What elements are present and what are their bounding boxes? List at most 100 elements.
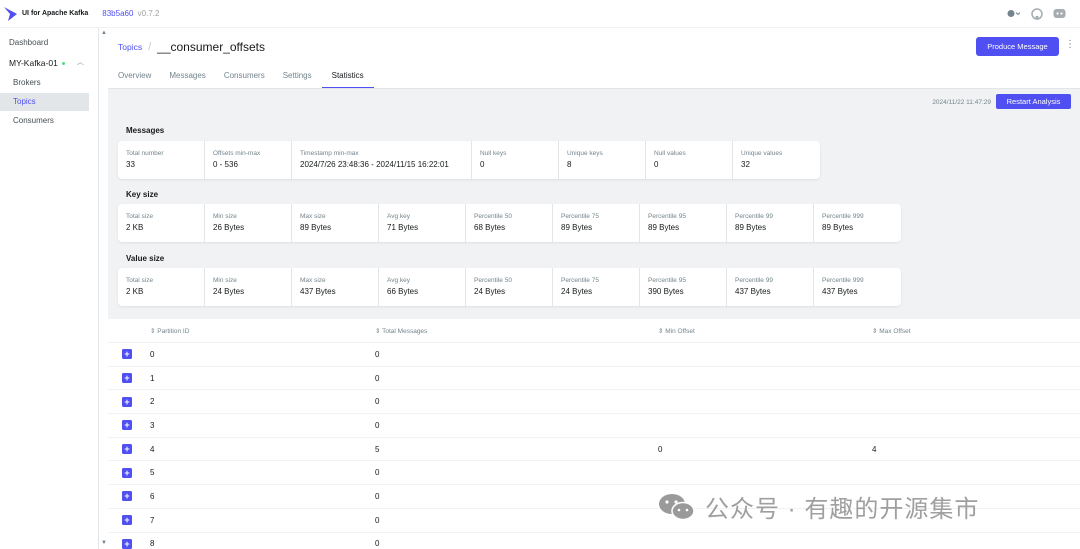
tab-consumers[interactable]: Consumers — [224, 68, 265, 88]
restart-analysis-button[interactable]: Restart Analysis — [996, 94, 1071, 109]
sidebar-item-brokers[interactable]: Brokers — [0, 74, 89, 92]
expand-row-icon[interactable]: + — [122, 444, 132, 455]
stat-card: Null keys 0 — [472, 141, 559, 179]
sidebar-cluster-toggle[interactable]: MY-Kafka-01 ︿ — [0, 53, 98, 73]
user-menu-icon[interactable] — [1007, 7, 1020, 20]
stat-card: Min size 24 Bytes — [205, 268, 292, 306]
partition-id-cell: 7 — [150, 515, 155, 525]
expand-row-icon[interactable]: + — [122, 349, 132, 360]
tab-overview[interactable]: Overview — [118, 68, 151, 88]
breadcrumb-topics-link[interactable]: Topics — [118, 42, 142, 52]
tab-settings[interactable]: Settings — [283, 68, 312, 88]
column-total-messages[interactable]: ⇕ Total Messages — [375, 327, 658, 335]
stat-card: Unique values 32 — [733, 141, 820, 179]
expand-row-icon[interactable]: + — [122, 491, 132, 502]
stat-card: Min size 26 Bytes — [205, 204, 292, 242]
commit-hash[interactable]: 83b5a60 — [102, 9, 133, 18]
stat-card: Unique keys 8 — [559, 141, 646, 179]
produce-message-button[interactable]: Produce Message — [976, 37, 1059, 56]
total-messages-cell: 0 — [375, 397, 380, 407]
stat-label: Max size — [300, 213, 326, 220]
column-min-offset[interactable]: ⇕ Min Offset — [658, 327, 872, 335]
expand-row-icon[interactable]: + — [122, 467, 132, 478]
stat-value: 89 Bytes — [735, 223, 767, 232]
stat-label: Null values — [654, 150, 686, 157]
analysis-timestamp: 2024/11/22 11:47:29 — [932, 99, 991, 106]
stat-card: Percentile 95 89 Bytes — [640, 204, 727, 242]
stat-value: 24 Bytes — [561, 287, 593, 296]
tab-messages[interactable]: Messages — [169, 68, 205, 88]
github-icon[interactable] — [1030, 7, 1043, 20]
stat-label: Percentile 75 — [561, 213, 599, 220]
discord-icon[interactable] — [1053, 7, 1066, 20]
expand-row-icon[interactable]: + — [122, 396, 132, 407]
partition-id-cell: 5 — [150, 468, 155, 478]
table-row: +4 5 0 4 — [108, 438, 1080, 462]
partition-id-cell: 1 — [150, 373, 155, 383]
sidebar-item-dashboard[interactable]: Dashboard — [0, 34, 89, 52]
top-bar: UI for Apache Kafka 83b5a60 v0.7.2 — [0, 0, 1080, 28]
stat-label: Percentile 95 — [648, 213, 686, 220]
stat-card: Percentile 99 89 Bytes — [727, 204, 814, 242]
stat-label: Percentile 50 — [474, 277, 512, 284]
cluster-name: MY-Kafka-01 — [9, 58, 58, 68]
more-options-icon[interactable]: ⋮ — [1065, 39, 1075, 50]
table-row: +2 0 — [108, 390, 1080, 415]
expand-row-icon[interactable]: + — [122, 373, 132, 384]
breadcrumb-separator: / — [148, 41, 152, 53]
sidebar-item-topics[interactable]: Topics — [0, 93, 89, 111]
stat-label: Total size — [126, 277, 154, 284]
stat-label: Null keys — [480, 150, 507, 157]
stat-card: Max size 437 Bytes — [292, 268, 379, 306]
stat-label: Unique keys — [567, 150, 603, 157]
version-info[interactable]: 83b5a60 v0.7.2 — [102, 9, 159, 18]
stat-value: 89 Bytes — [300, 223, 332, 232]
stat-value: 89 Bytes — [561, 223, 593, 232]
stat-label: Total size — [126, 213, 154, 220]
total-messages-cell: 0 — [375, 373, 380, 383]
stat-card: Percentile 75 89 Bytes — [553, 204, 640, 242]
stat-value: 2 KB — [126, 287, 144, 296]
tab-statistics[interactable]: Statistics — [321, 68, 374, 88]
scroll-up-arrow-icon[interactable]: ▲ — [101, 30, 107, 36]
page-title: __consumer_offsets — [157, 40, 265, 54]
table-row: +3 0 — [108, 414, 1080, 438]
table-row: +8 0 — [108, 533, 1080, 549]
app-title[interactable]: UI for Apache Kafka — [22, 10, 88, 17]
topic-tabs: Overview Messages Consumers Settings Sta… — [118, 68, 392, 88]
stat-label: Percentile 50 — [474, 213, 512, 220]
stat-card: Avg key 66 Bytes — [379, 268, 466, 306]
stat-card: Timestamp min-max 2024/7/26 23:48:36 - 20… — [292, 141, 472, 179]
kafka-logo-icon[interactable] — [4, 6, 17, 21]
stat-label: Min size — [213, 277, 237, 284]
stat-label: Timestamp min-max — [300, 150, 359, 157]
value-size-stats-row: Total size 2 KB Min size 24 Bytes Max size… — [118, 268, 901, 306]
sidebar-item-consumers[interactable]: Consumers — [0, 112, 89, 130]
cluster-online-indicator — [61, 61, 65, 65]
stat-value: 2 KB — [126, 223, 144, 232]
stat-label: Avg key — [387, 213, 411, 220]
column-max-offset[interactable]: ⇕ Max Offset — [872, 327, 911, 335]
partition-id-cell: 4 — [150, 444, 155, 454]
stat-value: 66 Bytes — [387, 287, 419, 296]
stat-value: 8 — [567, 160, 572, 169]
stat-label: Min size — [213, 213, 237, 220]
expand-row-icon[interactable]: + — [122, 420, 132, 431]
value-size-section-title: Value size — [126, 254, 165, 263]
expand-row-icon[interactable]: + — [122, 515, 132, 526]
stat-value: 0 — [654, 160, 659, 169]
stat-label: Percentile 99 — [735, 213, 773, 220]
scroll-down-arrow-icon[interactable]: ▼ — [101, 540, 107, 546]
partition-id-cell: 3 — [150, 420, 155, 430]
table-row: +1 0 — [108, 367, 1080, 391]
watermark-text: 公众号 · 有趣的开源集市 — [705, 496, 980, 523]
expand-row-icon[interactable]: + — [122, 538, 132, 549]
max-offset-cell: 4 — [872, 444, 877, 454]
messages-section-title: Messages — [126, 126, 165, 135]
partition-id-cell: 8 — [150, 539, 155, 549]
statistics-panel: 2024/11/22 11:47:29 Restart Analysis Mes… — [108, 89, 1080, 319]
partition-id-cell: 0 — [150, 349, 155, 359]
column-partition-id[interactable]: ⇕ Partition ID — [150, 327, 375, 335]
stat-value: 89 Bytes — [822, 223, 854, 232]
stat-card: Percentile 95 390 Bytes — [640, 268, 727, 306]
